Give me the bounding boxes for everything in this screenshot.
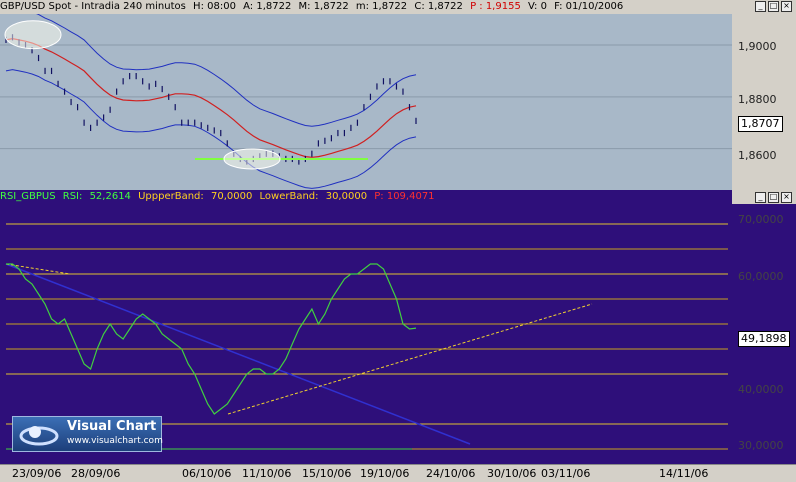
date-label: 03/11/06 (541, 467, 591, 480)
price-a: A: 1,8722 (243, 1, 292, 12)
rsi-y-tick-1: 70,0000 (738, 213, 784, 226)
date-label: 24/10/06 (426, 467, 476, 480)
rsi-window-controls: _ □ × (755, 192, 792, 203)
close-icon[interactable]: × (781, 1, 792, 12)
price-title-bar: GBP/USD Spot - Intradia 240 minutos H: 0… (0, 0, 796, 14)
rsi-upper-value: 70,0000 (210, 191, 253, 202)
rsi-lower-value: 30,0000 (325, 191, 368, 202)
rsi-title-bar: RSI_GBPUS RSI: 52,2614 UppperBand: 70,00… (0, 190, 732, 204)
price-m-high: M: 1,8722 (298, 1, 349, 12)
maximize-icon[interactable]: □ (768, 1, 779, 12)
date-axis: 23/09/06 28/09/06 06/10/06 11/10/06 15/1… (0, 464, 796, 482)
logo-name: Visual Chart (67, 419, 157, 434)
price-h: H: 08:00 (193, 1, 236, 12)
rsi-label: RSI: (62, 191, 83, 202)
date-label: 28/09/06 (71, 467, 121, 480)
logo-swoosh-icon (19, 426, 59, 446)
rsi-current-value: 49,1898 (738, 331, 790, 347)
logo-url: www.visualchart.com (67, 436, 163, 446)
price-y-tick-3: 1,8600 (738, 149, 777, 162)
close-icon[interactable]: × (781, 192, 792, 203)
price-f: F: 01/10/2006 (554, 1, 624, 12)
rsi-value: 52,2614 (89, 191, 131, 202)
date-label: 30/10/06 (487, 467, 537, 480)
rsi-lower-label: LowerBand: (259, 191, 319, 202)
date-label: 23/09/06 (12, 467, 62, 480)
price-y-tick-1: 1,9000 (738, 40, 777, 53)
date-label: 14/11/06 (659, 467, 709, 480)
rsi-y-tick-3: 40,0000 (738, 383, 784, 396)
price-window-controls: _ □ × (755, 1, 792, 12)
price-panel: GBP/USD Spot - Intradia 240 minutos H: 0… (0, 0, 796, 190)
price-v: V: 0 (528, 1, 547, 12)
price-title: GBP/USD Spot - Intradia 240 minutos (0, 1, 186, 12)
date-label: 19/10/06 (360, 467, 410, 480)
price-p: P : 1,9155 (470, 1, 521, 12)
price-y-tick-2: 1,8800 (738, 93, 777, 106)
rsi-name: RSI_GBPUS (0, 191, 56, 202)
maximize-icon[interactable]: □ (768, 192, 779, 203)
price-plot-bg (0, 14, 732, 190)
date-label: 11/10/06 (242, 467, 292, 480)
price-c: C: 1,8722 (414, 1, 463, 12)
price-m-low: m: 1,8722 (355, 1, 408, 12)
visual-chart-logo: Visual Chart www.visualchart.com (12, 416, 163, 452)
rsi-y-tick-4: 30,0000 (738, 439, 784, 452)
price-chart (0, 14, 796, 190)
rsi-y-tick-2: 60,0000 (738, 270, 784, 283)
minimize-icon[interactable]: _ (755, 1, 766, 12)
minimize-icon[interactable]: _ (755, 192, 766, 203)
rsi-p: P: 109,4071 (374, 191, 435, 202)
top-highlight (4, 20, 62, 50)
date-label: 06/10/06 (182, 467, 232, 480)
rsi-upper-label: UppperBand: (138, 191, 204, 202)
price-current-value: 1,8707 (738, 116, 783, 132)
date-label: 15/10/06 (302, 467, 352, 480)
bottom-highlight (223, 148, 281, 170)
